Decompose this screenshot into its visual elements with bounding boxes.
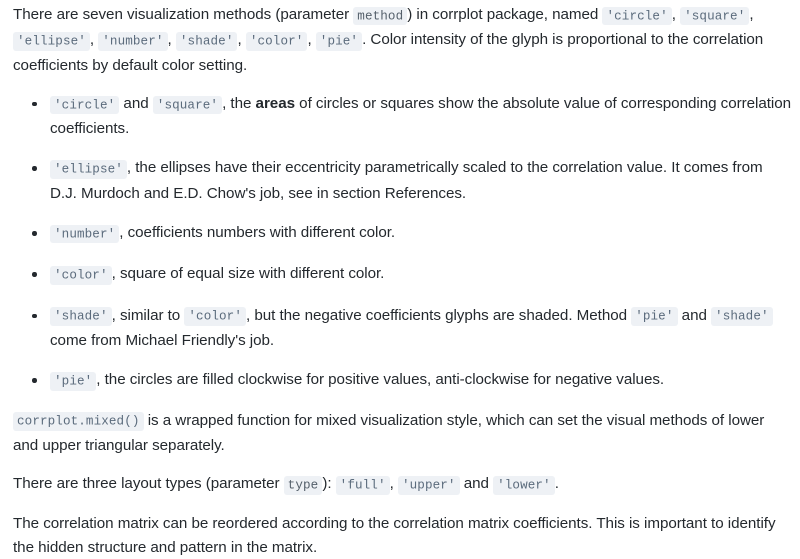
reorder-paragraph: The correlation matrix can be reordered …: [13, 515, 776, 556]
code-square: 'square': [152, 95, 223, 115]
method-list: 'circle' and 'square', the areas of circ…: [13, 92, 793, 394]
layout-text-2: ):: [322, 475, 336, 493]
item-text-and: and: [119, 94, 153, 112]
intro-sep-2: ,: [749, 6, 754, 23]
layout-paragraph: There are three layout types (parameter …: [13, 472, 793, 497]
item-text-negative: , but the negative coefficients glyphs a…: [246, 306, 632, 324]
layout-sep-1: ,: [389, 475, 398, 493]
code-shade: 'shade': [175, 31, 238, 51]
code-lower: 'lower': [493, 475, 555, 495]
intro-sep-3: ,: [89, 31, 99, 49]
intro-text-1: There are seven visualization methods (p…: [13, 6, 354, 23]
intro-text-2: ) in corrplot package, named: [407, 6, 603, 23]
code-method: method: [353, 6, 408, 26]
item-text-the: , the: [222, 94, 256, 112]
code-shade: 'shade': [711, 307, 773, 327]
code-color: 'color': [245, 31, 308, 51]
code-pie: 'pie': [50, 371, 97, 391]
list-item-circle-square: 'circle' and 'square', the areas of circ…: [32, 92, 793, 141]
code-circle: 'circle': [50, 95, 120, 115]
code-upper: 'upper': [397, 475, 460, 495]
code-number: 'number': [50, 224, 120, 244]
item-text-similar: , similar to: [111, 306, 185, 324]
item-text-tail: , square of equal size with different co…: [111, 265, 385, 283]
intro-sep-4: ,: [167, 31, 176, 49]
code-number: 'number': [98, 31, 168, 51]
documentation-content: There are seven visualization methods (p…: [0, 0, 800, 559]
layout-text-1: There are three layout types (parameter: [13, 475, 284, 493]
item-text-tail: , the ellipses have their eccentricity p…: [50, 159, 763, 202]
code-ellipse: 'ellipse': [13, 31, 90, 51]
list-item-shade: 'shade', similar to 'color', but the neg…: [32, 304, 793, 353]
item-text-tail: come from Michael Friendly's job.: [50, 331, 275, 349]
intro-paragraph: There are seven visualization methods (p…: [13, 3, 793, 77]
item-text-and: and: [677, 306, 712, 324]
intro-sep-5: ,: [237, 31, 246, 49]
code-pie: 'pie': [631, 307, 678, 327]
code-color: 'color': [50, 265, 112, 285]
layout-text-3: .: [554, 475, 559, 493]
emphasis-areas: areas: [255, 94, 296, 112]
layout-sep-2: and: [459, 475, 494, 493]
item-text-tail: , the circles are filled clockwise for p…: [96, 371, 665, 389]
list-item-pie: 'pie', the circles are filled clockwise …: [32, 368, 793, 393]
list-item-number: 'number', coefficients numbers with diff…: [32, 221, 793, 246]
code-circle: 'circle': [602, 6, 672, 26]
list-item-color: 'color', square of equal size with diffe…: [32, 262, 793, 287]
code-corrplot-mixed: corrplot.mixed(): [13, 412, 144, 431]
code-shade: 'shade': [50, 307, 112, 327]
mixed-paragraph: corrplot.mixed() is a wrapped function f…: [13, 409, 793, 458]
list-item-ellipse: 'ellipse', the ellipses have their eccen…: [32, 156, 793, 205]
code-ellipse: 'ellipse': [50, 160, 127, 179]
intro-sep-1: ,: [671, 6, 681, 23]
intro-sep-6: ,: [307, 31, 316, 49]
code-pie: 'pie': [315, 31, 363, 51]
code-square: 'square': [680, 6, 750, 26]
code-type: type: [283, 475, 323, 495]
item-text-tail: , coefficients numbers with different co…: [119, 224, 396, 242]
code-color: 'color': [184, 307, 246, 327]
code-full: 'full': [335, 475, 390, 495]
